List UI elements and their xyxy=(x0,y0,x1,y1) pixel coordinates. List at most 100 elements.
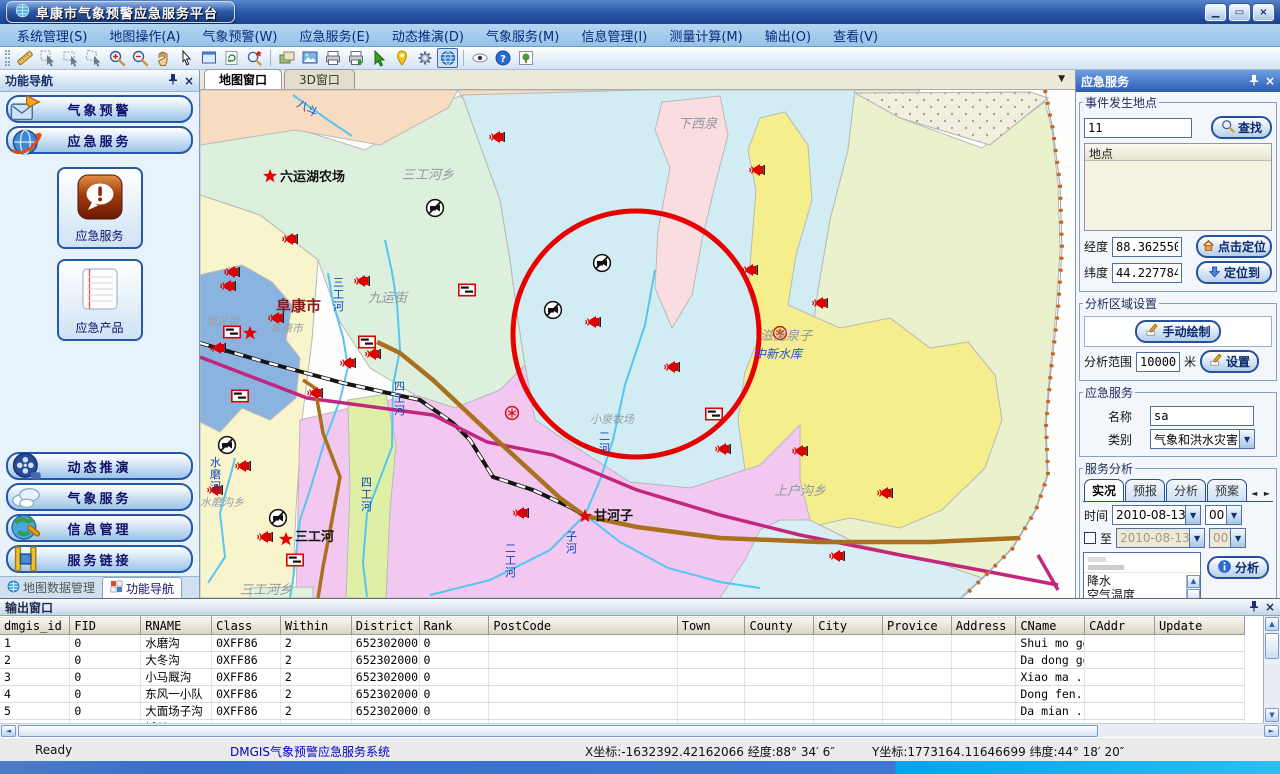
column-header[interactable]: Update xyxy=(1154,617,1244,635)
category-select[interactable]: 气象和洪水灾害 ▼ xyxy=(1150,429,1255,449)
menu-item-9[interactable]: 输出(O) xyxy=(754,24,822,47)
menu-item-7[interactable]: 信息管理(I) xyxy=(570,24,658,47)
column-header[interactable]: District xyxy=(351,617,419,635)
column-header[interactable]: Provice xyxy=(883,617,952,635)
nav-group-bottom-2[interactable]: 气象服务 xyxy=(6,483,193,511)
longitude-field[interactable] xyxy=(1112,237,1182,257)
column-header[interactable]: Class xyxy=(212,617,281,635)
manual-draw-button[interactable]: 手动绘制 xyxy=(1135,320,1220,343)
nav-group-top-2[interactable]: 应急服务 xyxy=(6,126,193,154)
tab-list-dropdown-icon[interactable]: ▼ xyxy=(1058,74,1065,84)
identify-icon[interactable] xyxy=(244,48,265,68)
zoom-out-icon[interactable] xyxy=(129,48,150,68)
analysis-tab-2[interactable]: 预报 xyxy=(1125,479,1165,501)
zoom-in-icon[interactable] xyxy=(106,48,127,68)
column-header[interactable]: County xyxy=(745,617,814,635)
table-row[interactable]: 10水磨沟0XFF8626523020000Shui mo gou xyxy=(0,635,1245,652)
vertical-scrollbar[interactable]: ▲▼ xyxy=(1263,616,1280,723)
column-header[interactable]: Rank xyxy=(419,617,489,635)
service-name-field[interactable] xyxy=(1150,406,1254,426)
measure-icon[interactable] xyxy=(14,48,35,68)
help-icon[interactable]: ? xyxy=(492,48,513,68)
nav-group-bottom-3[interactable]: 信息管理 xyxy=(6,514,193,542)
list-item[interactable]: 空气温度 xyxy=(1087,588,1197,598)
eye-icon[interactable] xyxy=(469,48,490,68)
menu-item-2[interactable]: 地图操作(A) xyxy=(98,24,191,47)
column-header[interactable]: Within xyxy=(280,617,351,635)
menu-item-3[interactable]: 气象预警(W) xyxy=(191,24,288,47)
range-field[interactable] xyxy=(1136,352,1180,372)
table-row[interactable]: 40东风一小队0XFF8626523020000Dong fen... xyxy=(0,686,1245,703)
minimize-button[interactable]: ▁ xyxy=(1205,4,1226,21)
search-button[interactable]: 查找 xyxy=(1211,116,1272,139)
to-checkbox[interactable] xyxy=(1084,532,1096,544)
menu-item-10[interactable]: 查看(V) xyxy=(822,24,889,47)
analysis-tab-3[interactable]: 分析 xyxy=(1166,479,1206,501)
close-icon[interactable]: × xyxy=(1265,602,1275,612)
placemark-icon[interactable] xyxy=(391,48,412,68)
column-header[interactable]: CAddr xyxy=(1085,617,1155,635)
menu-item-5[interactable]: 动态推演(D) xyxy=(381,24,475,47)
shortcut-1[interactable]: 应急服务 xyxy=(57,167,143,249)
set-range-button[interactable]: 设置 xyxy=(1200,350,1259,373)
menu-item-1[interactable]: 系统管理(S) xyxy=(6,24,98,47)
settings-icon[interactable] xyxy=(414,48,435,68)
left-tab-2[interactable]: 功能导航 xyxy=(102,577,182,598)
pin-icon[interactable] xyxy=(1249,74,1259,89)
hour-select[interactable]: 00 ▼ xyxy=(1205,505,1242,525)
chevron-down-icon[interactable]: ▼ xyxy=(1185,506,1200,524)
globe-icon[interactable] xyxy=(437,48,458,68)
column-header[interactable]: Town xyxy=(677,617,745,635)
pointer-icon[interactable] xyxy=(175,48,196,68)
pick-icon[interactable] xyxy=(368,48,389,68)
list-item[interactable]: 降水 xyxy=(1087,574,1197,588)
chevron-down-icon[interactable]: ▼ xyxy=(1239,430,1254,448)
select-edit-icon[interactable] xyxy=(37,48,58,68)
chevron-down-icon[interactable]: ▼ xyxy=(1226,506,1241,524)
table-row[interactable]: 20大冬沟0XFF8626523020000Da dong gou xyxy=(0,652,1245,669)
close-icon[interactable]: × xyxy=(1265,76,1275,86)
export-image-icon[interactable] xyxy=(299,48,320,68)
column-header[interactable]: FID xyxy=(70,617,141,635)
map-tab-1[interactable]: 地图窗口 xyxy=(204,69,282,89)
nav-group-bottom-1[interactable]: 动态推演 xyxy=(6,452,193,480)
shortcut-2[interactable]: 应急产品 xyxy=(57,259,143,341)
location-search-input[interactable] xyxy=(1084,118,1192,138)
location-list-header[interactable]: 地点 xyxy=(1085,144,1271,161)
element-listbox[interactable]: 降水空气温度 ▲ xyxy=(1083,552,1201,598)
menu-item-8[interactable]: 测量计算(M) xyxy=(658,24,753,47)
column-header[interactable]: Address xyxy=(951,617,1016,635)
column-header[interactable]: PostCode xyxy=(489,617,677,635)
column-header[interactable]: CName xyxy=(1016,617,1085,635)
print-preview-icon[interactable] xyxy=(345,48,366,68)
click-locate-button[interactable]: 点击定位 xyxy=(1196,235,1272,258)
pin-icon[interactable] xyxy=(1249,600,1259,615)
column-header[interactable]: RNAME xyxy=(141,617,212,635)
nav-group-bottom-4[interactable]: 服务链接 xyxy=(6,545,193,573)
select-free-icon[interactable] xyxy=(83,48,104,68)
results-table[interactable]: dmgis_idFIDRNAMEClassWithinDistrictRankP… xyxy=(0,616,1245,723)
nav-group-top-1[interactable]: 气象预警 xyxy=(6,95,193,123)
pin-icon[interactable] xyxy=(168,73,178,88)
map-tab-2[interactable]: 3D窗口 xyxy=(284,69,355,89)
pan-icon[interactable] xyxy=(152,48,173,68)
full-extent-icon[interactable] xyxy=(198,48,219,68)
table-row[interactable]: 30小马厩沟0XFF8626523020000Xiao ma ... xyxy=(0,669,1245,686)
latitude-field[interactable] xyxy=(1112,263,1182,283)
menu-item-6[interactable]: 气象服务(M) xyxy=(475,24,570,47)
left-tab-1[interactable]: 地图数据管理 xyxy=(0,577,102,598)
close-button[interactable]: × xyxy=(1253,4,1274,21)
column-header[interactable]: dmgis_id xyxy=(0,617,70,635)
analysis-tab-1[interactable]: 实况 xyxy=(1084,479,1124,501)
listbox-scrollbar[interactable]: ▲ xyxy=(1186,575,1200,598)
tab-scroll-arrows[interactable]: ◄ ► xyxy=(1251,489,1272,498)
column-header[interactable]: City xyxy=(814,617,883,635)
locate-to-button[interactable]: 定位到 xyxy=(1196,261,1272,284)
refresh-icon[interactable] xyxy=(221,48,242,68)
table-row[interactable]: 50大面场子沟0XFF8626523020000Da mian ... xyxy=(0,703,1245,720)
analyze-button[interactable]: 分析 xyxy=(1207,556,1269,579)
map-canvas[interactable]: 八斗六运湖农场三工河乡下西泉九运街阜康市阜康市城关镇滋泥泉子中新水库小泉牧场上户… xyxy=(200,90,1075,598)
select-rect-icon[interactable] xyxy=(60,48,81,68)
tree-icon[interactable] xyxy=(515,48,536,68)
date-select[interactable]: 2010-08-13 ▼ xyxy=(1112,505,1201,525)
